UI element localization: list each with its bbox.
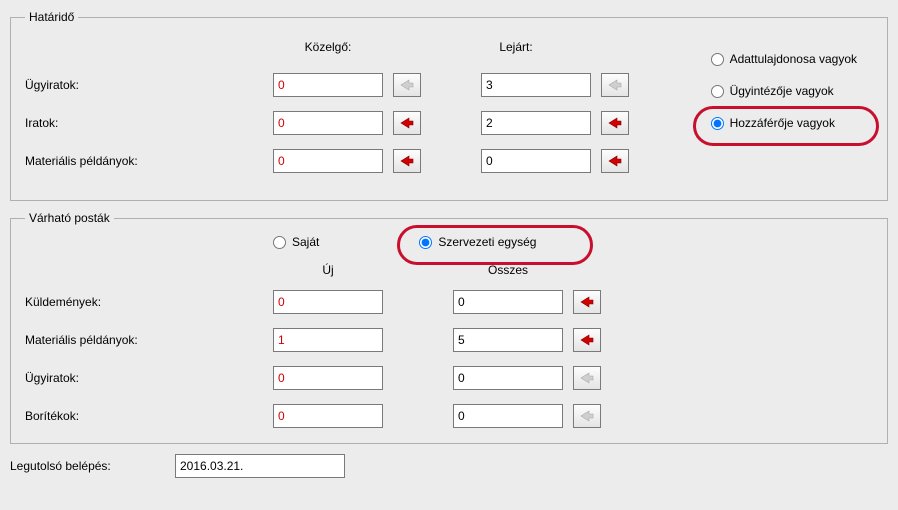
arrow-left-icon[interactable] <box>573 290 601 314</box>
radio-owner-label: Adattulajdonosa vagyok <box>730 52 857 66</box>
radio-own[interactable]: Saját <box>273 235 319 249</box>
radio-accessor-input[interactable] <box>711 117 724 130</box>
mail-label-kuldemenyek: Küldemények: <box>25 295 273 309</box>
arrow-left-icon[interactable] <box>601 73 629 97</box>
deadline-role-radios: Adattulajdonosa vagyok Ügyintézője vagyo… <box>711 52 857 130</box>
new-boritekok-input[interactable] <box>273 404 383 428</box>
deadline-label-ugyiratok: Ügyiratok: <box>25 78 273 92</box>
new-kuldemenyek-input[interactable] <box>273 290 383 314</box>
radio-org[interactable]: Szervezeti egység <box>419 235 536 249</box>
mail-label-material: Materiális példányok: <box>25 333 273 347</box>
radio-accessor-label: Hozzáférője vagyok <box>730 116 835 130</box>
arrow-left-icon[interactable] <box>601 111 629 135</box>
upcoming-material-input[interactable] <box>273 149 383 173</box>
expired-iratok-input[interactable] <box>481 111 591 135</box>
arrow-left-icon[interactable] <box>393 73 421 97</box>
arrow-left-icon[interactable] <box>393 149 421 173</box>
arrow-left-icon[interactable] <box>393 111 421 135</box>
upcoming-iratok-input[interactable] <box>273 111 383 135</box>
mail-scope-radios: Saját Szervezeti egység <box>273 235 873 249</box>
mail-header-row: Új Összes <box>25 263 873 277</box>
radio-own-input[interactable] <box>273 236 286 249</box>
radio-clerk-input[interactable] <box>711 85 724 98</box>
arrow-left-icon[interactable] <box>573 328 601 352</box>
radio-org-label: Szervezeti egység <box>438 235 536 249</box>
last-login-label: Legutolsó belépés: <box>10 459 175 473</box>
deadline-label-iratok: Iratok: <box>25 116 273 130</box>
mail-row-kuldemenyek: Küldemények: <box>25 289 873 315</box>
upcoming-ugyiratok-input[interactable] <box>273 73 383 97</box>
radio-owner[interactable]: Adattulajdonosa vagyok <box>711 52 857 66</box>
all-kuldemenyek-input[interactable] <box>453 290 563 314</box>
expired-ugyiratok-input[interactable] <box>481 73 591 97</box>
mail-row-material: Materiális példányok: <box>25 327 873 353</box>
arrow-left-icon[interactable] <box>573 404 601 428</box>
col-header-all: Összes <box>453 263 563 277</box>
col-header-expired: Lejárt: <box>461 40 571 54</box>
new-ugyiratok-input[interactable] <box>273 366 383 390</box>
last-login-input[interactable] <box>175 454 345 478</box>
deadline-label-material: Materiális példányok: <box>25 154 273 168</box>
expected-mail-legend: Várható posták <box>25 211 114 225</box>
expected-mail-group: Várható posták Saját Szervezeti egység Ú… <box>10 211 888 444</box>
arrow-left-icon[interactable] <box>601 149 629 173</box>
radio-org-input[interactable] <box>419 236 432 249</box>
expired-material-input[interactable] <box>481 149 591 173</box>
radio-clerk-label: Ügyintézője vagyok <box>730 84 834 98</box>
all-ugyiratok-input[interactable] <box>453 366 563 390</box>
all-material-input[interactable] <box>453 328 563 352</box>
mail-label-boritekok: Borítékok: <box>25 409 273 423</box>
deadline-group: Határidő Közelgő: Lejárt: Ügyiratok: Ira… <box>10 10 888 201</box>
mail-label-ugyiratok: Ügyiratok: <box>25 371 273 385</box>
last-login-row: Legutolsó belépés: <box>10 454 888 478</box>
all-boritekok-input[interactable] <box>453 404 563 428</box>
deadline-legend: Határidő <box>25 10 78 24</box>
radio-accessor[interactable]: Hozzáférője vagyok <box>711 116 857 130</box>
arrow-left-icon[interactable] <box>573 366 601 390</box>
new-material-input[interactable] <box>273 328 383 352</box>
col-header-new: Új <box>273 263 383 277</box>
radio-owner-input[interactable] <box>711 53 724 66</box>
mail-row-boritekok: Borítékok: <box>25 403 873 429</box>
radio-own-label: Saját <box>292 235 319 249</box>
col-header-upcoming: Közelgő: <box>273 40 383 54</box>
radio-clerk[interactable]: Ügyintézője vagyok <box>711 84 857 98</box>
deadline-row-material: Materiális példányok: <box>25 148 873 174</box>
mail-row-ugyiratok: Ügyiratok: <box>25 365 873 391</box>
